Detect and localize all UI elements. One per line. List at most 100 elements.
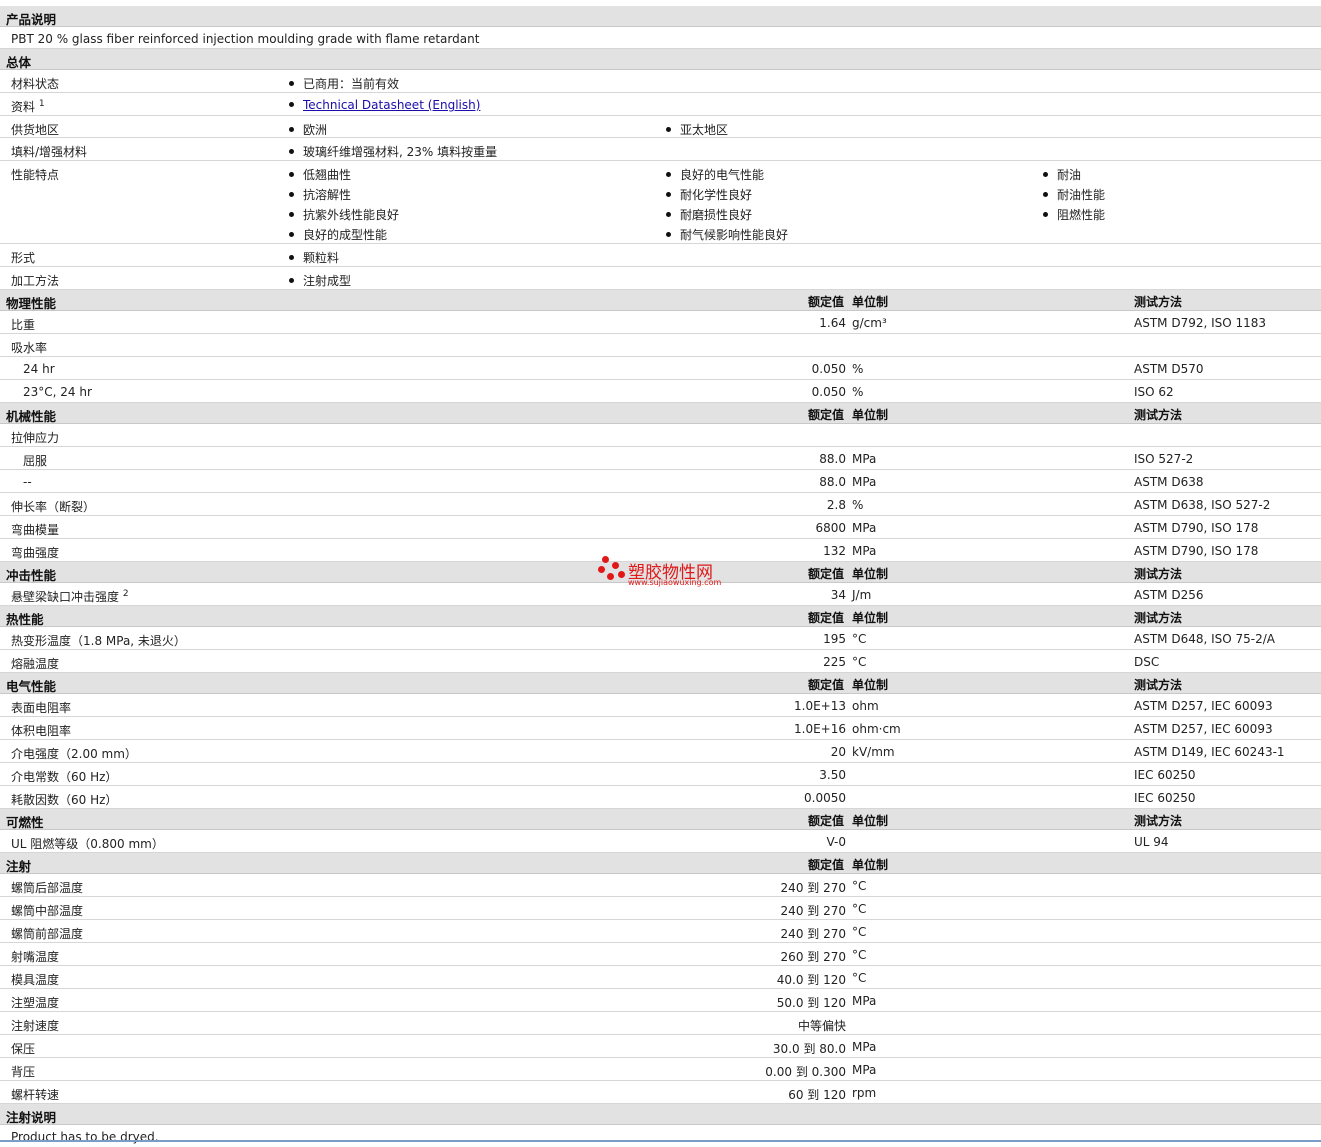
property-unit: °C bbox=[852, 902, 867, 916]
column-header-method: 测试方法 bbox=[1134, 567, 1183, 581]
property-unit: °C bbox=[852, 925, 867, 939]
section-flammability: 可燃性 额定值 单位制 测试方法 UL 阻燃等级（0.800 mm） V-0 UL 94 bbox=[0, 809, 1321, 853]
list-item: 亚太地区 bbox=[666, 121, 728, 138]
bullet-icon bbox=[1043, 212, 1048, 217]
column-header-unit: 单位制 bbox=[852, 295, 889, 309]
property-value: 30.0 到 80.0 bbox=[772, 1042, 846, 1056]
property-row: -- 88.0 MPa ASTM D638 bbox=[0, 470, 1321, 493]
list-item: 欧洲 bbox=[289, 121, 327, 138]
bullet-icon bbox=[289, 172, 294, 177]
property-value: 0.050 bbox=[811, 362, 846, 376]
property-label: 拉伸应力 bbox=[11, 429, 59, 446]
property-value: 1.64 bbox=[819, 316, 846, 330]
property-test-method: ISO 62 bbox=[1134, 385, 1174, 399]
property-value: 260 到 270 bbox=[780, 950, 846, 964]
property-row: 24 hr 0.050% ASTM D570 bbox=[0, 357, 1321, 380]
property-label-text: 注射速度 bbox=[11, 1019, 60, 1033]
property-unit: MPa bbox=[852, 994, 877, 1008]
property-unit: J/m bbox=[852, 588, 872, 602]
property-value: 225 bbox=[823, 655, 846, 669]
bullet-icon bbox=[289, 212, 294, 217]
property-label: 吸水率 bbox=[11, 339, 47, 356]
property-value: 195 bbox=[823, 632, 846, 646]
property-label-text: 耗散因数（60 Hz） bbox=[11, 793, 118, 807]
section-title: 总体 bbox=[6, 55, 32, 70]
property-row: 体积电阻率 1.0E+16 ohm·cm ASTM D257, IEC 60093 bbox=[0, 717, 1321, 740]
general-row-supply: 供货地区 欧洲 亚太地区 bbox=[0, 116, 1321, 138]
property-row: 注塑温度 50.0 到 120 MPa bbox=[0, 989, 1321, 1012]
section-title: 可燃性 bbox=[6, 815, 44, 830]
property-label: 注塑温度 bbox=[11, 994, 59, 1011]
section-header-injection: 注射 额定值 单位制 bbox=[0, 853, 1321, 874]
property-unit: % bbox=[852, 362, 864, 376]
bullet-icon bbox=[1043, 192, 1048, 197]
property-label-text: 注塑温度 bbox=[11, 996, 60, 1010]
column-header-unit: 单位制 bbox=[852, 567, 889, 581]
bullet-icon bbox=[289, 192, 294, 197]
property-value: 2.8 bbox=[826, 498, 846, 512]
property-label: 熔融温度 bbox=[11, 655, 59, 672]
property-label-text: 螺筒中部温度 bbox=[11, 904, 84, 918]
column-header-method: 测试方法 bbox=[1134, 814, 1183, 828]
general-row-status: 材料状态 已商用：当前有效 bbox=[0, 70, 1321, 93]
property-label-text: 弯曲强度 bbox=[11, 546, 60, 560]
list-item: 耐磨损性良好 bbox=[666, 206, 752, 223]
property-test-method: ASTM D149, IEC 60243-1 bbox=[1134, 745, 1285, 759]
property-label: 螺筒中部温度 bbox=[11, 902, 83, 919]
bullet-icon bbox=[289, 102, 294, 107]
property-unit: MPa bbox=[852, 544, 877, 558]
list-item: 耐油性能 bbox=[1043, 186, 1105, 203]
property-label: 体积电阻率 bbox=[11, 722, 71, 739]
property-label: 螺筒后部温度 bbox=[11, 879, 83, 896]
list-item: 阻燃性能 bbox=[1043, 206, 1105, 223]
technical-datasheet-link[interactable]: Technical Datasheet (English) bbox=[303, 98, 480, 112]
section-title: 物理性能 bbox=[6, 296, 57, 311]
list-item: 良好的电气性能 bbox=[666, 166, 764, 183]
property-row: 23°C, 24 hr 0.050% ISO 62 bbox=[0, 380, 1321, 403]
section-header-electrical: 电气性能 额定值 单位制 测试方法 bbox=[0, 673, 1321, 694]
property-label-text: 热变形温度（1.8 MPa, 未退火） bbox=[11, 634, 186, 648]
watermark-url: www.sujiaowuxing.com bbox=[628, 578, 722, 587]
property-unit: MPa bbox=[852, 475, 877, 489]
section-header-flammability: 可燃性 额定值 单位制 测试方法 bbox=[0, 809, 1321, 830]
property-unit: % bbox=[852, 498, 864, 512]
column-header-method: 测试方法 bbox=[1134, 678, 1183, 692]
property-unit: g/cm³ bbox=[852, 316, 887, 330]
property-label-text: 拉伸应力 bbox=[11, 431, 60, 445]
column-header-unit: 单位制 bbox=[852, 858, 889, 872]
property-label: 24 hr bbox=[23, 362, 55, 376]
injection-notes-row: Product has to be dryed. bbox=[0, 1125, 1321, 1147]
property-value: 1.0E+16 bbox=[794, 722, 846, 736]
property-test-method: ASTM D638, ISO 527-2 bbox=[1134, 498, 1271, 512]
bullet-icon bbox=[666, 232, 671, 237]
property-row: 介电常数（60 Hz） 3.50 IEC 60250 bbox=[0, 763, 1321, 786]
property-row: 屈服 88.0 MPa ISO 527-2 bbox=[0, 447, 1321, 470]
property-value: 1.0E+13 bbox=[794, 699, 846, 713]
column-header-unit: 单位制 bbox=[852, 678, 889, 692]
list-item: 抗溶解性 bbox=[289, 186, 351, 203]
property-label-text: 介电强度（2.00 mm） bbox=[11, 747, 137, 761]
property-label-text: 射嘴温度 bbox=[11, 950, 60, 964]
column-header-value: 额定值 bbox=[807, 858, 844, 872]
section-title: 冲击性能 bbox=[6, 568, 57, 583]
general-row-features: 性能特点 低翘曲性 抗溶解性 抗紫外线性能良好 良好的成型性能 良好的电气性能 … bbox=[0, 161, 1321, 244]
property-row: 螺筒后部温度 240 到 270 °C bbox=[0, 874, 1321, 897]
property-unit: °C bbox=[852, 971, 867, 985]
section-title: 注射 bbox=[6, 859, 32, 874]
row-label: 形式 bbox=[11, 251, 36, 265]
footer-divider bbox=[0, 1140, 1321, 1142]
property-value: 0.00 到 0.300 bbox=[765, 1065, 846, 1079]
property-unit: °C bbox=[852, 879, 867, 893]
property-label-text: 螺筒前部温度 bbox=[11, 927, 84, 941]
property-value: 60 到 120 bbox=[788, 1088, 846, 1102]
list-item: 耐化学性良好 bbox=[666, 186, 752, 203]
list-item: 已商用：当前有效 bbox=[289, 75, 399, 92]
property-value: 中等偏快 bbox=[797, 1019, 846, 1033]
section-title: 热性能 bbox=[6, 612, 44, 627]
property-label: 伸长率（断裂） bbox=[11, 498, 95, 515]
property-row: 螺筒前部温度 240 到 270 °C bbox=[0, 920, 1321, 943]
section-title: 注射说明 bbox=[6, 1110, 57, 1125]
list-item: 低翘曲性 bbox=[289, 166, 351, 183]
section-header-general: 总体 bbox=[0, 49, 1321, 70]
property-label: 螺杆转速 bbox=[11, 1086, 59, 1103]
